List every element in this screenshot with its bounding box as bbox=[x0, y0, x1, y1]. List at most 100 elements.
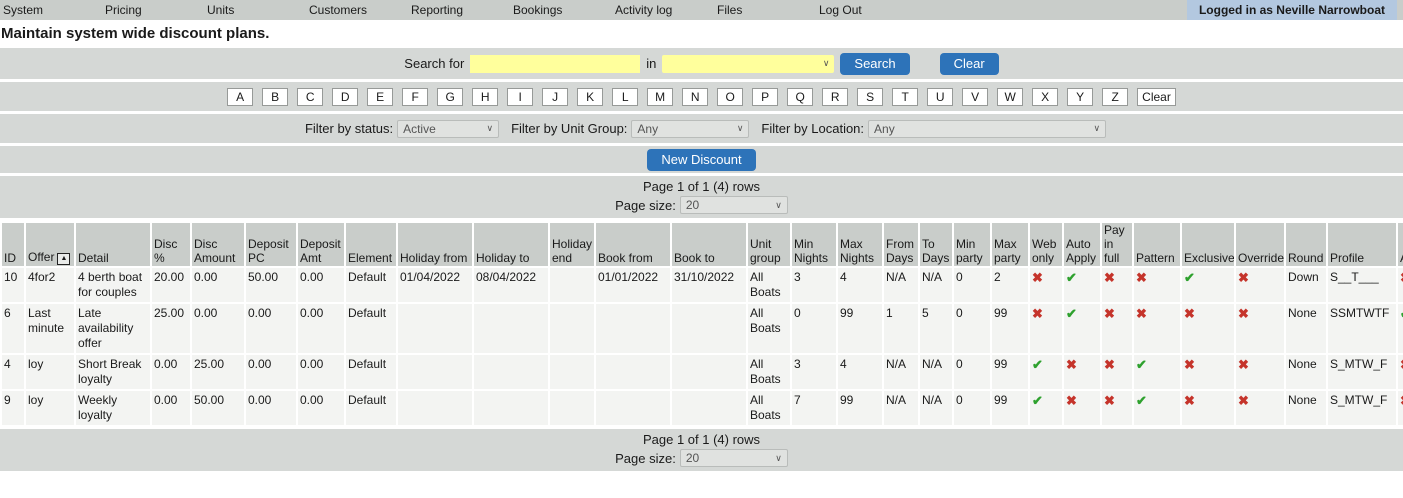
new-discount-button[interactable]: New Discount bbox=[647, 149, 755, 171]
col-header-book_from[interactable]: Book from bbox=[596, 223, 670, 266]
col-header-pattern[interactable]: Pattern bbox=[1134, 223, 1180, 266]
col-header-holiday_from[interactable]: Holiday from bbox=[398, 223, 472, 266]
cell-override: ✖ bbox=[1236, 268, 1284, 302]
alphabet-button-q[interactable]: Q bbox=[787, 88, 813, 106]
col-header-max_party[interactable]: Max party bbox=[992, 223, 1028, 266]
alphabet-button-y[interactable]: Y bbox=[1067, 88, 1093, 106]
col-header-deposit_pc[interactable]: Deposit PC bbox=[246, 223, 296, 266]
table-row[interactable]: 104for24 berth boat for couples20.000.00… bbox=[2, 268, 1403, 302]
cell-profile: S_MTW_F bbox=[1328, 355, 1396, 389]
col-header-label: From Days bbox=[886, 237, 914, 265]
page-size-select[interactable]: 20 ∨ bbox=[680, 449, 788, 467]
col-header-element[interactable]: Element bbox=[346, 223, 396, 266]
nav-item-pricing[interactable]: Pricing bbox=[102, 0, 204, 20]
filter-status-select[interactable]: Active ∨ bbox=[397, 120, 499, 138]
alphabet-button-i[interactable]: I bbox=[507, 88, 533, 106]
alphabet-button-j[interactable]: J bbox=[542, 88, 568, 106]
col-header-auto_apply[interactable]: Auto Apply bbox=[1064, 223, 1100, 266]
col-header-profile[interactable]: Profile bbox=[1328, 223, 1396, 266]
cell-round: None bbox=[1286, 355, 1326, 389]
col-header-holiday_to[interactable]: Holiday to bbox=[474, 223, 548, 266]
nav-item-activity-log[interactable]: Activity log bbox=[612, 0, 714, 20]
cell-from_days: N/A bbox=[884, 268, 918, 302]
col-header-book_to[interactable]: Book to bbox=[672, 223, 746, 266]
table-row[interactable]: 4loyShort Break loyalty0.0025.000.000.00… bbox=[2, 355, 1403, 389]
col-header-label: Min party bbox=[956, 237, 983, 265]
nav-item-customers[interactable]: Customers bbox=[306, 0, 408, 20]
filter-unit-group-select[interactable]: Any ∨ bbox=[631, 120, 749, 138]
cell-holiday_from bbox=[398, 355, 472, 389]
alphabet-button-c[interactable]: C bbox=[297, 88, 323, 106]
nav-item-reporting[interactable]: Reporting bbox=[408, 0, 510, 20]
alphabet-button-g[interactable]: G bbox=[437, 88, 463, 106]
cell-profile: SSMTWTF bbox=[1328, 304, 1396, 353]
col-header-agent[interactable]: Agent bbox=[1398, 223, 1403, 266]
alphabet-button-e[interactable]: E bbox=[367, 88, 393, 106]
cell-agent: ✔ bbox=[1398, 304, 1403, 353]
cell-holiday_from bbox=[398, 304, 472, 353]
col-header-disc_amount[interactable]: Disc Amount bbox=[192, 223, 244, 266]
alphabet-clear-button[interactable]: Clear bbox=[1137, 88, 1176, 106]
filter-location-select[interactable]: Any ∨ bbox=[868, 120, 1106, 138]
col-header-offer[interactable]: Offer▲ bbox=[26, 223, 74, 266]
alphabet-button-o[interactable]: O bbox=[717, 88, 743, 106]
search-button[interactable]: Search bbox=[840, 53, 909, 75]
check-icon: ✔ bbox=[1136, 393, 1147, 408]
alphabet-button-d[interactable]: D bbox=[332, 88, 358, 106]
alphabet-button-a[interactable]: A bbox=[227, 88, 253, 106]
clear-button[interactable]: Clear bbox=[940, 53, 999, 75]
alphabet-button-r[interactable]: R bbox=[822, 88, 848, 106]
col-header-exclusive[interactable]: Exclusive bbox=[1182, 223, 1234, 266]
cell-offer: loy bbox=[26, 355, 74, 389]
col-header-label: Deposit PC bbox=[248, 237, 289, 265]
alphabet-button-v[interactable]: V bbox=[962, 88, 988, 106]
cell-profile: S_MTW_F bbox=[1328, 391, 1396, 425]
alphabet-button-s[interactable]: S bbox=[857, 88, 883, 106]
alphabet-button-p[interactable]: P bbox=[752, 88, 778, 106]
col-header-round[interactable]: Round bbox=[1286, 223, 1326, 266]
nav-item-bookings[interactable]: Bookings bbox=[510, 0, 612, 20]
alphabet-button-f[interactable]: F bbox=[402, 88, 428, 106]
col-header-min_nights[interactable]: Min Nights bbox=[792, 223, 836, 266]
table-row[interactable]: 6Last minuteLate availability offer25.00… bbox=[2, 304, 1403, 353]
alphabet-button-b[interactable]: B bbox=[262, 88, 288, 106]
cell-disc_pc: 20.00 bbox=[152, 268, 190, 302]
col-header-min_party[interactable]: Min party bbox=[954, 223, 990, 266]
alphabet-button-z[interactable]: Z bbox=[1102, 88, 1128, 106]
nav-item-log-out[interactable]: Log Out bbox=[816, 0, 918, 20]
search-in-select[interactable]: ∨ bbox=[662, 55, 834, 73]
alphabet-button-x[interactable]: X bbox=[1032, 88, 1058, 106]
col-header-override[interactable]: Override bbox=[1236, 223, 1284, 266]
col-header-to_days[interactable]: To Days bbox=[920, 223, 952, 266]
alphabet-button-t[interactable]: T bbox=[892, 88, 918, 106]
col-header-unit_group[interactable]: Unit group bbox=[748, 223, 790, 266]
check-icon: ✔ bbox=[1066, 306, 1077, 321]
alphabet-button-h[interactable]: H bbox=[472, 88, 498, 106]
col-header-pay_in_full[interactable]: Pay in full bbox=[1102, 223, 1132, 266]
col-header-holiday_end[interactable]: Holiday end bbox=[550, 223, 594, 266]
alphabet-button-l[interactable]: L bbox=[612, 88, 638, 106]
alphabet-button-m[interactable]: M bbox=[647, 88, 673, 106]
alphabet-button-w[interactable]: W bbox=[997, 88, 1023, 106]
col-header-web_only[interactable]: Web only bbox=[1030, 223, 1062, 266]
col-header-from_days[interactable]: From Days bbox=[884, 223, 918, 266]
alphabet-button-k[interactable]: K bbox=[577, 88, 603, 106]
nav-item-units[interactable]: Units bbox=[204, 0, 306, 20]
cell-book_to bbox=[672, 304, 746, 353]
nav-item-files[interactable]: Files bbox=[714, 0, 816, 20]
alphabet-button-u[interactable]: U bbox=[927, 88, 953, 106]
filter-status-value: Active bbox=[403, 122, 436, 136]
table-row[interactable]: 9loyWeekly loyalty0.0050.000.000.00Defau… bbox=[2, 391, 1403, 425]
col-header-disc_pc[interactable]: Disc % bbox=[152, 223, 190, 266]
cell-disc_amount: 25.00 bbox=[192, 355, 244, 389]
col-header-id[interactable]: ID bbox=[2, 223, 24, 266]
col-header-max_nights[interactable]: Max Nights bbox=[838, 223, 882, 266]
page-size-select[interactable]: 20 ∨ bbox=[680, 196, 788, 214]
search-input[interactable] bbox=[470, 55, 640, 73]
cell-detail: Short Break loyalty bbox=[76, 355, 150, 389]
col-header-detail[interactable]: Detail bbox=[76, 223, 150, 266]
nav-item-system[interactable]: System bbox=[0, 0, 102, 20]
col-header-deposit_amt[interactable]: Deposit Amt bbox=[298, 223, 344, 266]
cell-pattern: ✖ bbox=[1134, 268, 1180, 302]
alphabet-button-n[interactable]: N bbox=[682, 88, 708, 106]
